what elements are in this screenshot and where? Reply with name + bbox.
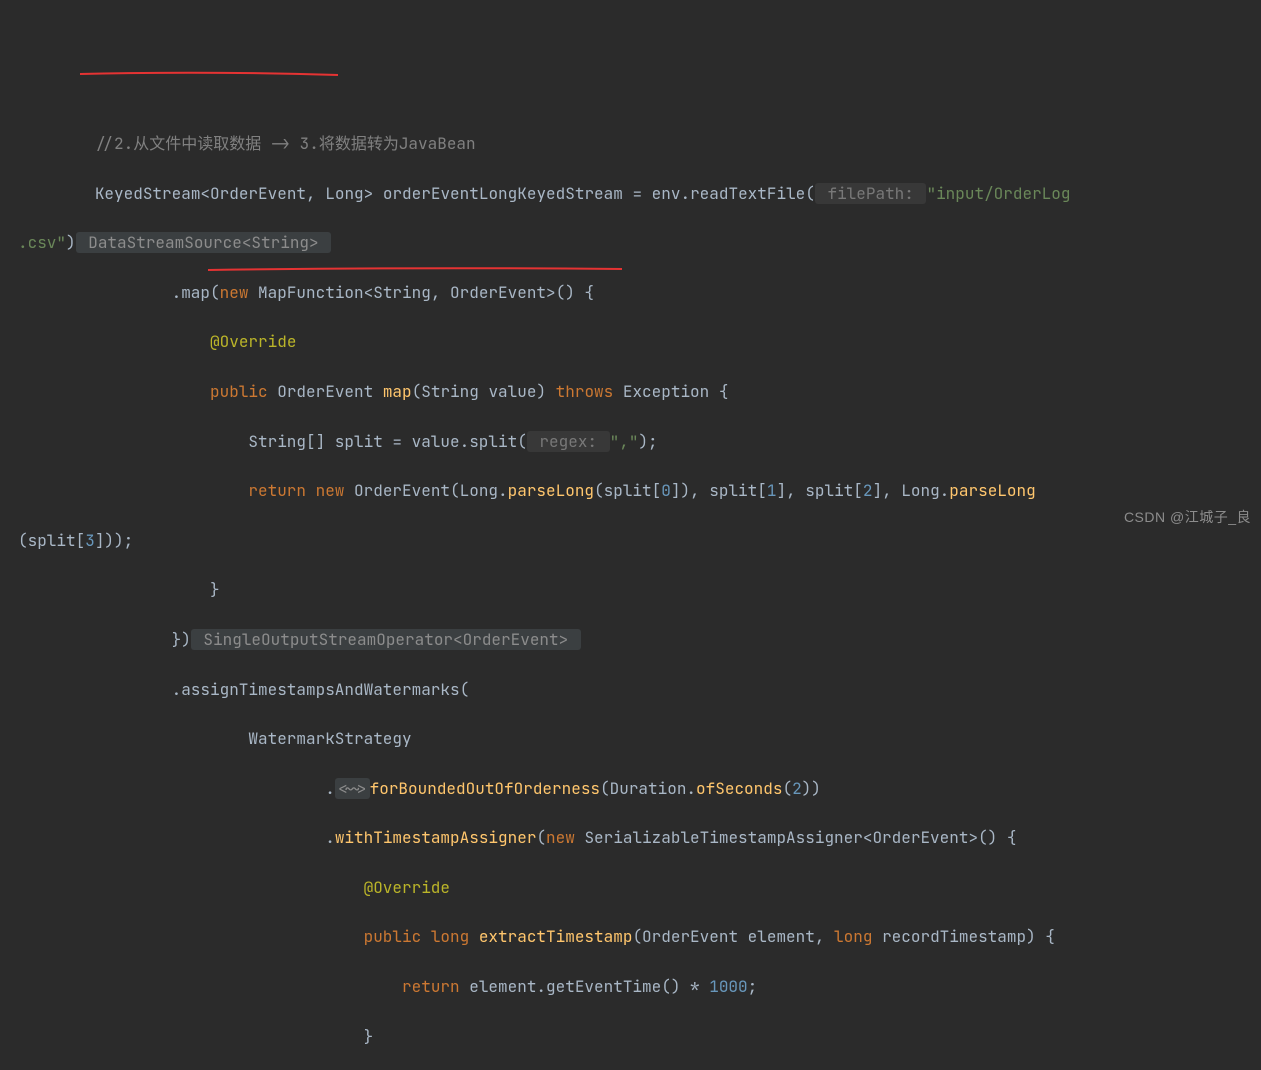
code-line-8: return new OrderEvent(Long.parseLong(spl… [18, 479, 1261, 504]
code-line-9: (split[3])); [18, 529, 1261, 554]
type-keyedstream: KeyedStream [95, 183, 201, 204]
method-map: map [383, 381, 412, 402]
code-line-5: @Override [18, 330, 1261, 355]
code-line-1: //2.从文件中读取数据 -> 3.将数据转为JavaBean [18, 132, 1261, 157]
hint-generic: <~> [335, 778, 370, 799]
code-line-10: } [18, 578, 1261, 603]
code-editor[interactable]: //2.从文件中读取数据 -> 3.将数据转为JavaBean KeyedStr… [0, 99, 1261, 1070]
annotation-underline-1 [78, 70, 342, 82]
hint-regex: regex: [527, 431, 610, 452]
hint-datastreamsource: DataStreamSource<String> [76, 232, 332, 253]
code-line-3: .csv") DataStreamSource<String> [18, 231, 1261, 256]
annotation-override: @Override [210, 331, 296, 352]
code-line-13: WatermarkStrategy [18, 727, 1261, 752]
hint-singleoutput: SingleOutputStreamOperator<OrderEvent> [191, 629, 581, 650]
code-line-17: public long extractTimestamp(OrderEvent … [18, 925, 1261, 950]
code-line-6: public OrderEvent map(String value) thro… [18, 380, 1261, 405]
code-line-15: .withTimestampAssigner(new SerializableT… [18, 826, 1261, 851]
code-line-11: }) SingleOutputStreamOperator<OrderEvent… [18, 628, 1261, 653]
code-line-18: return element.getEventTime() * 1000; [18, 975, 1261, 1000]
code-line-12: .assignTimestampsAndWatermarks( [18, 678, 1261, 703]
hint-filepath: filePath: [815, 183, 927, 204]
code-line-7: String[] split = value.split( regex: ","… [18, 430, 1261, 455]
code-line-4: .map(new MapFunction<String, OrderEvent>… [18, 281, 1261, 306]
method-extract-timestamp: extractTimestamp [479, 926, 633, 947]
code-line-16: @Override [18, 876, 1261, 901]
code-line-19: } [18, 1025, 1261, 1050]
comment: //2.从文件中读取数据 -> 3.将数据转为JavaBean [95, 133, 476, 154]
code-line-2: KeyedStream<OrderEvent, Long> orderEvent… [18, 182, 1261, 207]
watermark: CSDN @江城子_良 [1124, 507, 1251, 529]
code-line-14: .<~>forBoundedOutOfOrderness(Duration.of… [18, 777, 1261, 802]
